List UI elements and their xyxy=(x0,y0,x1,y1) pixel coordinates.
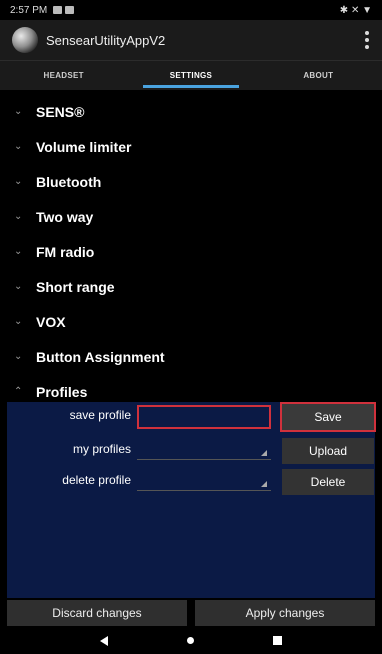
settings-sections: ⌄ SENS® ⌄ Volume limiter ⌄ Bluetooth ⌄ T… xyxy=(0,94,382,409)
save-profile-row: save profile Save xyxy=(7,402,376,432)
back-icon[interactable] xyxy=(99,635,108,646)
tab-headset[interactable]: HEADSET xyxy=(0,61,127,90)
chevron-down-icon: ⌄ xyxy=(14,141,23,152)
message-icon xyxy=(65,6,75,14)
section-label: VOX xyxy=(36,313,66,330)
apply-changes-button[interactable]: Apply changes xyxy=(195,600,375,626)
system-nav-bar xyxy=(0,627,382,654)
chevron-down-icon: ⌄ xyxy=(14,351,23,362)
recents-icon[interactable] xyxy=(273,636,283,645)
profiles-panel: save profile Save my profiles Upload del… xyxy=(7,402,376,598)
app-title: SensearUtilityAppV2 xyxy=(46,32,166,48)
section-label: SENS® xyxy=(36,103,85,120)
section-label: Button Assignment xyxy=(36,348,165,365)
my-profiles-dropdown[interactable] xyxy=(137,440,271,460)
app-bar: SensearUtilityAppV2 xyxy=(0,20,382,60)
section-two-way[interactable]: ⌄ Two way xyxy=(0,199,382,234)
my-profiles-row: my profiles Upload xyxy=(7,438,375,464)
chevron-down-icon: ⌄ xyxy=(14,211,23,222)
save-button[interactable]: Save xyxy=(280,402,376,432)
status-icons: ✱ ✕ ▼ xyxy=(339,4,372,16)
delete-profile-label: delete profile xyxy=(62,473,131,487)
home-icon[interactable] xyxy=(186,637,194,644)
app-logo-icon xyxy=(12,27,38,53)
tab-bar: HEADSET SETTINGS ABOUT xyxy=(0,60,382,90)
section-label: FM radio xyxy=(36,243,95,260)
delete-profile-row: delete profile Delete xyxy=(7,469,375,495)
chevron-down-icon: ⌄ xyxy=(14,176,23,187)
dropdown-arrow-icon xyxy=(261,481,267,487)
section-volume-limiter[interactable]: ⌄ Volume limiter xyxy=(0,129,382,164)
section-label: Short range xyxy=(36,278,115,295)
chevron-down-icon: ⌄ xyxy=(14,106,23,117)
section-fm-radio[interactable]: ⌄ FM radio xyxy=(0,234,382,269)
section-bluetooth[interactable]: ⌄ Bluetooth xyxy=(0,164,382,199)
overflow-menu-icon[interactable] xyxy=(364,31,370,49)
status-bar: 2:57 PM ✱ ✕ ▼ xyxy=(0,0,382,20)
tab-about[interactable]: ABOUT xyxy=(255,61,382,90)
section-label: Profiles xyxy=(36,383,88,400)
section-vox[interactable]: ⌄ VOX xyxy=(0,304,382,339)
dropdown-arrow-icon xyxy=(261,450,267,456)
chevron-down-icon: ⌄ xyxy=(14,246,23,257)
section-sens[interactable]: ⌄ SENS® xyxy=(0,94,382,129)
my-profiles-label: my profiles xyxy=(72,442,131,456)
section-label: Bluetooth xyxy=(36,173,102,190)
delete-button[interactable]: Delete xyxy=(282,469,374,495)
upload-button[interactable]: Upload xyxy=(282,438,374,464)
notification-icon xyxy=(53,6,63,14)
section-short-range[interactable]: ⌄ Short range xyxy=(0,269,382,304)
section-label: Two way xyxy=(36,208,94,225)
section-label: Volume limiter xyxy=(36,138,132,155)
section-button-assignment[interactable]: ⌄ Button Assignment xyxy=(0,339,382,374)
chevron-down-icon: ⌄ xyxy=(14,281,23,292)
chevron-up-icon: ⌃ xyxy=(14,386,23,397)
save-profile-label: save profile xyxy=(69,408,131,422)
chevron-down-icon: ⌄ xyxy=(14,316,23,327)
tab-settings[interactable]: SETTINGS xyxy=(127,61,254,90)
save-profile-input[interactable] xyxy=(137,405,271,429)
status-time: 2:57 PM xyxy=(10,4,48,16)
delete-profile-dropdown[interactable] xyxy=(137,471,271,491)
bottom-action-bar: Discard changes Apply changes xyxy=(7,600,375,626)
discard-changes-button[interactable]: Discard changes xyxy=(7,600,187,626)
